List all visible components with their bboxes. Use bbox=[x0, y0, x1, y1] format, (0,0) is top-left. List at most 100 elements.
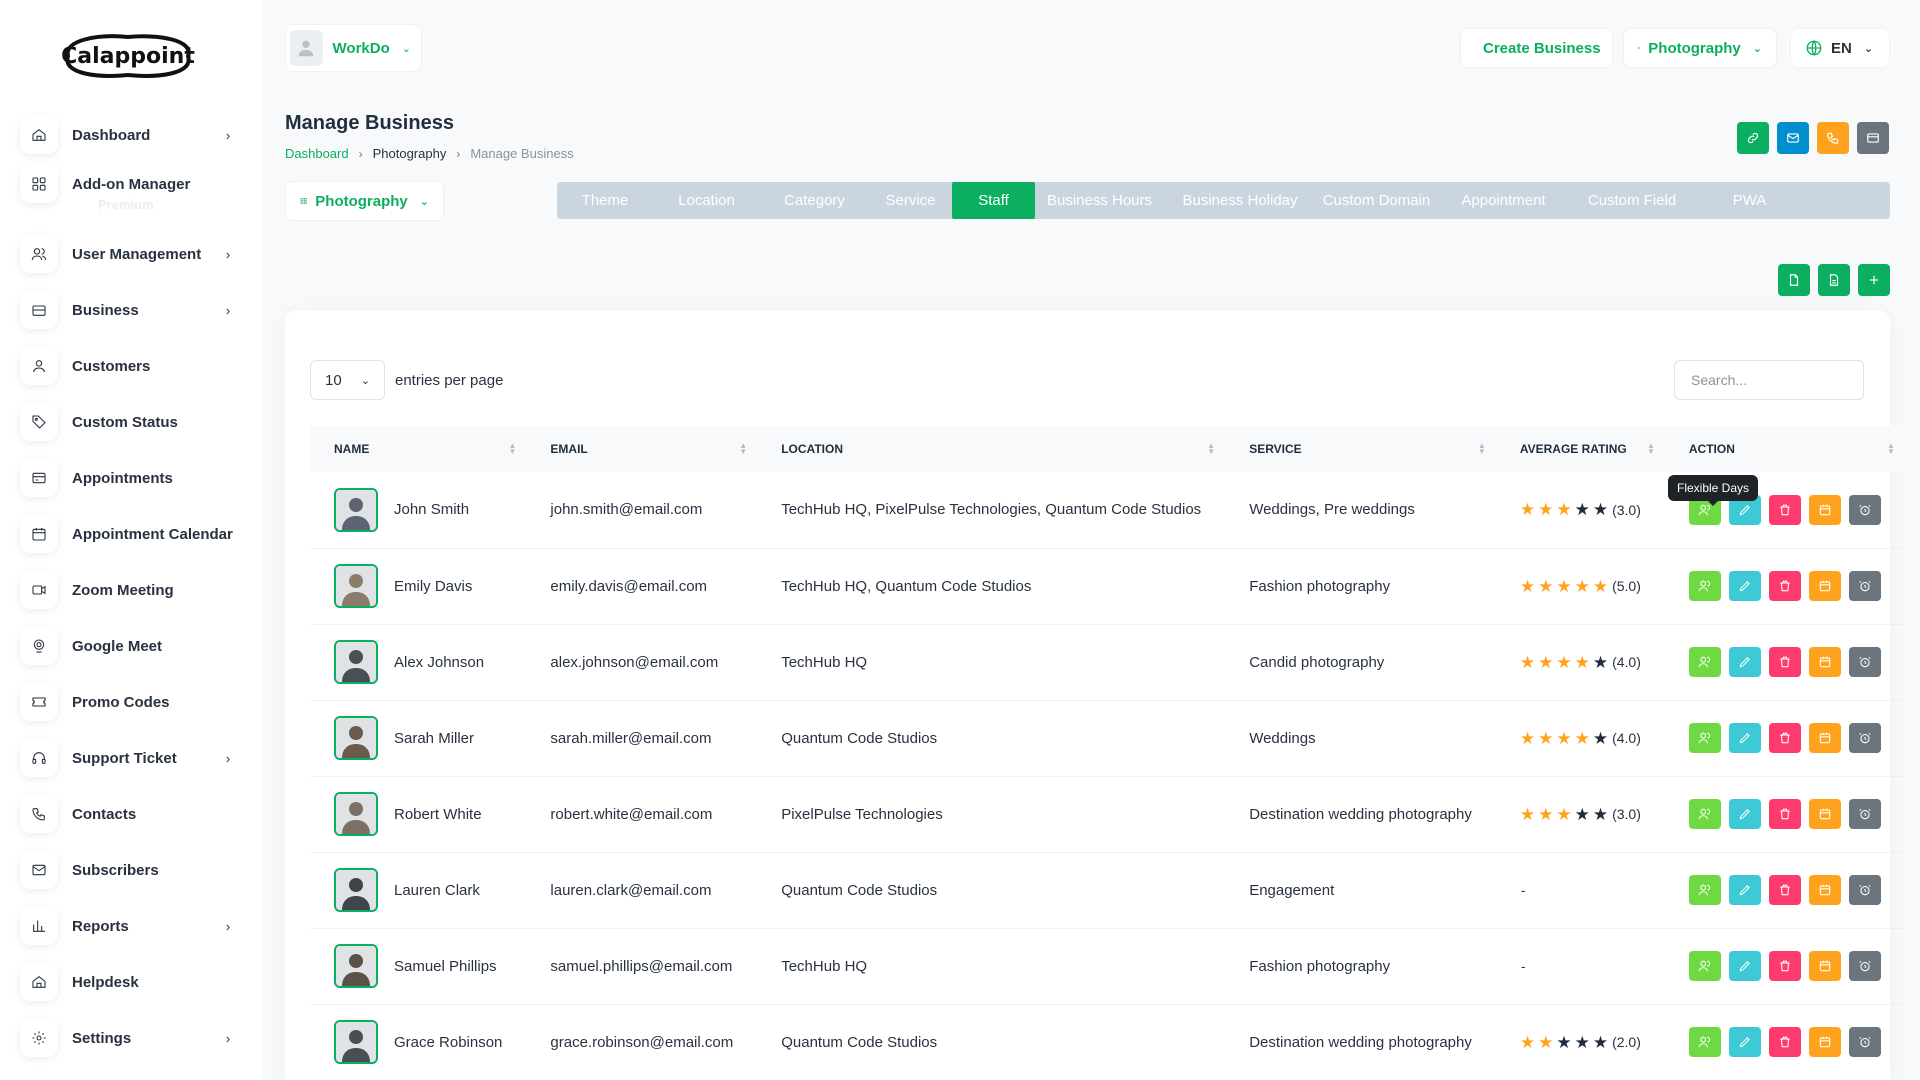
search-input[interactable] bbox=[1674, 360, 1864, 400]
tab-pwa[interactable]: PWA bbox=[1694, 182, 1805, 219]
sidebar-item-zoom-meeting[interactable]: Zoom Meeting bbox=[20, 568, 235, 612]
location-cell: TechHub HQ bbox=[781, 957, 868, 975]
tab-theme[interactable]: Theme bbox=[557, 182, 653, 219]
star-icon: ★ bbox=[1556, 1032, 1572, 1052]
user-menu[interactable]: WorkDo ⌄ bbox=[285, 24, 422, 72]
delete-button[interactable] bbox=[1768, 951, 1801, 981]
sidebar-item-custom-status[interactable]: Custom Status bbox=[20, 400, 235, 444]
create-business-button[interactable]: Create Business bbox=[1460, 28, 1613, 68]
sidebar-item-subscribers[interactable]: Subscribers bbox=[20, 848, 235, 892]
sidebar-item-google-meet[interactable]: Google Meet bbox=[20, 624, 235, 668]
flexible-hours-button[interactable] bbox=[1848, 571, 1881, 601]
manage-staff-button[interactable] bbox=[1688, 875, 1721, 905]
column-header-rating[interactable]: AVERAGE RATING ▲ ▼ bbox=[1496, 426, 1665, 472]
tab-appointment[interactable]: Appointment bbox=[1437, 182, 1570, 219]
manage-staff-button[interactable] bbox=[1688, 951, 1721, 981]
edit-button[interactable] bbox=[1728, 951, 1761, 981]
entries-per-page-select[interactable]: 10 ⌄ bbox=[310, 360, 385, 400]
flexible-hours-button[interactable] bbox=[1848, 1027, 1881, 1057]
pencil-icon bbox=[1739, 1037, 1750, 1048]
column-header-email[interactable]: EMAIL ▲ ▼ bbox=[526, 426, 757, 472]
delete-button[interactable] bbox=[1768, 799, 1801, 829]
payment-settings-button[interactable] bbox=[1857, 122, 1889, 154]
sidebar-item-dashboard[interactable]: Dashboard › bbox=[20, 113, 235, 157]
column-header-location[interactable]: LOCATION ▲ ▼ bbox=[757, 426, 1225, 472]
phone-settings-button[interactable] bbox=[1817, 122, 1849, 154]
language-selector[interactable]: EN ⌄ bbox=[1790, 28, 1890, 68]
delete-button[interactable] bbox=[1768, 875, 1801, 905]
edit-button[interactable] bbox=[1728, 799, 1761, 829]
edit-button[interactable] bbox=[1728, 1027, 1761, 1057]
tab-staff[interactable]: Staff bbox=[952, 182, 1035, 219]
tab-service[interactable]: Service bbox=[869, 182, 952, 219]
edit-button[interactable] bbox=[1728, 723, 1761, 753]
tab-business-holiday[interactable]: Business Holiday bbox=[1164, 182, 1316, 219]
sidebar-item-customers[interactable]: Customers bbox=[20, 344, 235, 388]
location-cell: TechHub HQ, PixelPulse Technologies, Qua… bbox=[781, 501, 1202, 519]
sidebar-item-appointment-calendar[interactable]: Appointment Calendar bbox=[20, 512, 235, 556]
flexible-hours-button[interactable] bbox=[1848, 951, 1881, 981]
delete-button[interactable] bbox=[1768, 1027, 1801, 1057]
edit-button[interactable] bbox=[1728, 647, 1761, 677]
email-settings-button[interactable] bbox=[1777, 122, 1809, 154]
breadcrumb-business[interactable]: Photography bbox=[373, 146, 447, 161]
manage-staff-button[interactable] bbox=[1688, 571, 1721, 601]
sidebar-item-helpdesk[interactable]: Helpdesk bbox=[20, 960, 235, 1004]
edit-button[interactable] bbox=[1728, 571, 1761, 601]
sidebar-item-reports[interactable]: Reports › bbox=[20, 904, 235, 948]
delete-button[interactable] bbox=[1768, 494, 1801, 525]
export-csv-button[interactable] bbox=[1778, 264, 1810, 296]
location-cell: Quantum Code Studios bbox=[781, 729, 938, 747]
add-staff-button[interactable] bbox=[1858, 264, 1890, 296]
tab-custom-domain[interactable]: Custom Domain bbox=[1316, 182, 1437, 219]
star-icon: ★ bbox=[1538, 576, 1554, 596]
delete-button[interactable] bbox=[1768, 647, 1801, 677]
tab-location[interactable]: Location bbox=[653, 182, 760, 219]
sidebar-item-appointments[interactable]: Appointments bbox=[20, 456, 235, 500]
business-selector[interactable]: Photography ⌄ bbox=[1623, 28, 1777, 68]
flexible-days-button[interactable] bbox=[1808, 799, 1841, 829]
column-header-name[interactable]: NAME ▲ ▼ bbox=[310, 426, 526, 472]
manage-staff-button[interactable] bbox=[1688, 723, 1721, 753]
flexible-hours-button[interactable] bbox=[1848, 875, 1881, 905]
tab-business-hours[interactable]: Business Hours bbox=[1035, 182, 1164, 219]
action-cell bbox=[1665, 700, 1905, 776]
tab-custom-field[interactable]: Custom Field bbox=[1570, 182, 1694, 219]
flexible-days-button[interactable] bbox=[1808, 571, 1841, 601]
flexible-hours-button[interactable] bbox=[1848, 647, 1881, 677]
flexible-hours-button[interactable] bbox=[1848, 494, 1881, 525]
delete-button[interactable] bbox=[1768, 571, 1801, 601]
sidebar-item-user-management[interactable]: User Management › bbox=[20, 232, 235, 276]
sidebar-item-settings[interactable]: Settings › bbox=[20, 1016, 235, 1060]
flexible-days-button[interactable] bbox=[1808, 875, 1841, 905]
flexible-hours-button[interactable] bbox=[1848, 799, 1881, 829]
flexible-days-button[interactable] bbox=[1808, 1027, 1841, 1057]
star-icon: ★ bbox=[1538, 652, 1554, 672]
sidebar-item-support-ticket[interactable]: Support Ticket › bbox=[20, 736, 235, 780]
manage-staff-button[interactable] bbox=[1688, 799, 1721, 829]
star-icon: ★ bbox=[1556, 728, 1572, 748]
flexible-days-button[interactable] bbox=[1808, 494, 1841, 525]
business-dropdown[interactable]: Photography ⌄ bbox=[285, 181, 444, 221]
pencil-icon bbox=[1739, 657, 1750, 668]
flexible-days-button[interactable] bbox=[1808, 647, 1841, 677]
briefcase-icon bbox=[20, 291, 58, 329]
import-button[interactable] bbox=[1818, 264, 1850, 296]
column-header-service[interactable]: SERVICE ▲ ▼ bbox=[1225, 426, 1496, 472]
column-header-action[interactable]: ACTION ▲ ▼ bbox=[1665, 426, 1905, 472]
brand-logo[interactable]: Calappoint bbox=[58, 28, 198, 84]
sidebar-item-promo-codes[interactable]: Promo Codes bbox=[20, 680, 235, 724]
edit-button[interactable] bbox=[1728, 875, 1761, 905]
sidebar-item-business[interactable]: Business › bbox=[20, 288, 235, 332]
tab-category[interactable]: Category bbox=[760, 182, 869, 219]
manage-staff-button[interactable] bbox=[1688, 1027, 1721, 1057]
copy-link-button[interactable] bbox=[1737, 122, 1769, 154]
calendar-icon bbox=[1819, 580, 1831, 592]
flexible-days-button[interactable] bbox=[1808, 951, 1841, 981]
manage-staff-button[interactable] bbox=[1688, 647, 1721, 677]
sidebar-item-contacts[interactable]: Contacts bbox=[20, 792, 235, 836]
breadcrumb-dashboard[interactable]: Dashboard bbox=[285, 146, 349, 161]
flexible-days-button[interactable] bbox=[1808, 723, 1841, 753]
delete-button[interactable] bbox=[1768, 723, 1801, 753]
flexible-hours-button[interactable] bbox=[1848, 723, 1881, 753]
